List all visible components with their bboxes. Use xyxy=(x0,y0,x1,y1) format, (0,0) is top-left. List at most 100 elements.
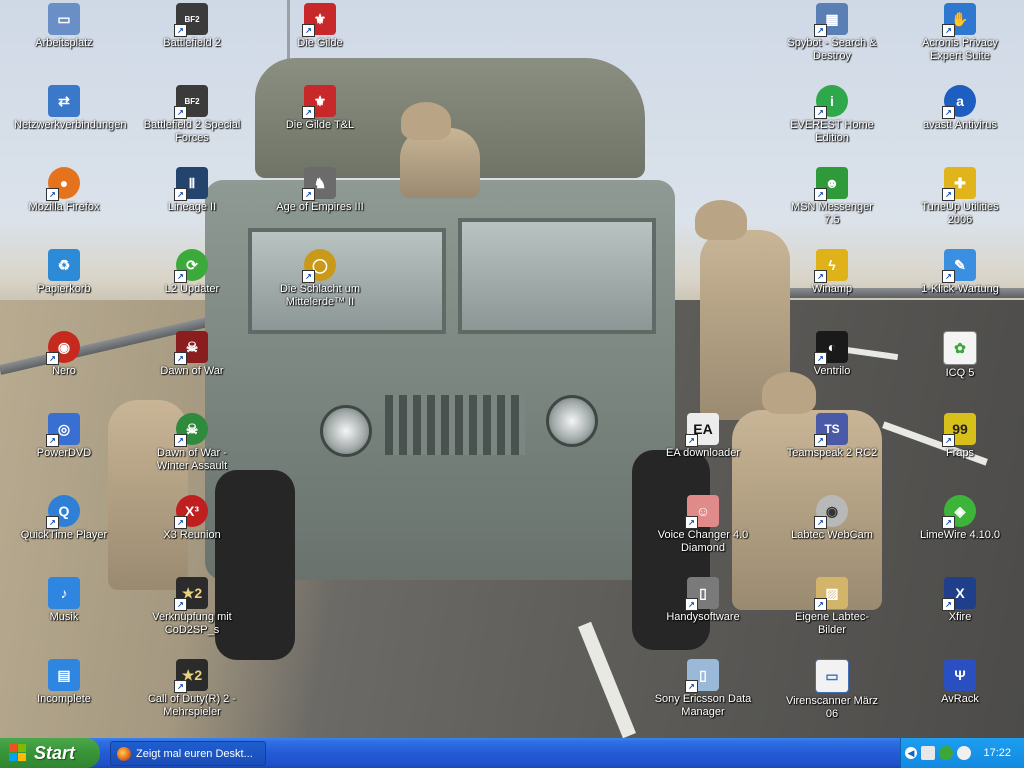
shortcut-arrow-icon: ↗ xyxy=(942,188,955,201)
desktop-icon-teamspeak[interactable]: TS ↗ Teamspeak 2 RC2 xyxy=(782,413,882,460)
shortcut-arrow-icon: ↗ xyxy=(685,434,698,447)
shortcut-arrow-icon: ↗ xyxy=(46,434,59,447)
desktop-icon-one-click-maintenance[interactable]: ✎ ↗ 1-Klick-Wartung xyxy=(910,249,1010,296)
spybot-icon: ▦ ↗ xyxy=(814,3,848,37)
desktop-icon-age-of-empires-3[interactable]: ♞ ↗ Age of Empires III xyxy=(270,167,370,214)
shortcut-arrow-icon: ↗ xyxy=(942,516,955,529)
desktop-icon-powerdvd[interactable]: ◎ ↗ PowerDVD xyxy=(14,413,114,460)
wallpaper-helmet xyxy=(762,372,816,414)
desktop-icon-battlefield-2[interactable]: BF2 ↗ Battlefield 2 xyxy=(142,3,242,50)
desktop-icon-avast[interactable]: a ↗ avast! Antivirus xyxy=(910,85,1010,132)
tray-avast-icon[interactable] xyxy=(957,746,971,760)
desktop-icon-fraps[interactable]: 99 ↗ Fraps xyxy=(910,413,1010,460)
desktop-icon-quicktime[interactable]: Q ↗ QuickTime Player xyxy=(14,495,114,542)
desktop-icon-lineage-2[interactable]: Ⅱ ↗ Lineage II xyxy=(142,167,242,214)
taskbar-window-title: Zeigt mal euren Deskt... xyxy=(136,747,253,760)
icon-label: Acronis Privacy Expert Suite xyxy=(922,37,998,62)
desktop-icon-avrack[interactable]: Ψ AvRack xyxy=(910,659,1010,706)
wallpaper-helmet xyxy=(401,102,451,140)
desktop-icon-cod2-mp[interactable]: ★2 ↗ Call of Duty(R) 2 - Mehrspieler xyxy=(142,659,242,719)
icon-label: Ventrilo xyxy=(813,365,851,377)
desktop-icon-l2-updater[interactable]: ⟳ ↗ L2 Updater xyxy=(142,249,242,296)
desktop-icon-icq[interactable]: ✿ ICQ 5 xyxy=(910,331,1010,380)
desktop-icon-winamp[interactable]: ϟ ↗ Winamp xyxy=(782,249,882,296)
icon-label: Fraps xyxy=(945,447,975,459)
desktop-icon-musik[interactable]: ♪ Musik xyxy=(14,577,114,624)
battlefield-2-icon: BF2 ↗ xyxy=(174,3,208,37)
shortcut-arrow-icon: ↗ xyxy=(814,434,827,447)
shortcut-arrow-icon: ↗ xyxy=(685,598,698,611)
tray-expand-arrow-icon[interactable]: ◀ xyxy=(905,747,917,759)
desktop-icon-xfire[interactable]: X ↗ Xfire xyxy=(910,577,1010,624)
desktop-icon-spybot[interactable]: ▦ ↗ Spybot - Search & Destroy xyxy=(782,3,882,63)
desktop-icon-cod2-sp[interactable]: ★2 ↗ Verknüpfung mit CoD2SP_s xyxy=(142,577,242,637)
shortcut-arrow-icon: ↗ xyxy=(942,24,955,37)
taskbar: Start Zeigt mal euren Deskt... ◀ 17:22 xyxy=(0,738,1024,768)
desktop-icon-die-gilde[interactable]: ⚜ ↗ Die Gilde xyxy=(270,3,370,50)
sony-ericsson-icon: ▯ ↗ xyxy=(685,659,719,693)
tray-clock[interactable]: 17:22 xyxy=(983,747,1011,759)
icon-label: Battlefield 2 xyxy=(163,37,221,49)
desktop-icon-nero[interactable]: ◉ ↗ Nero xyxy=(14,331,114,378)
cod2-mp-icon: ★2 ↗ xyxy=(174,659,208,693)
icon-label: Arbeitsplatz xyxy=(35,37,93,49)
shortcut-arrow-icon: ↗ xyxy=(814,516,827,529)
wallpaper-headlight xyxy=(546,395,598,447)
shortcut-arrow-icon: ↗ xyxy=(814,188,827,201)
icon-label: Eigene Labtec-Bilder xyxy=(795,611,869,636)
desktop-icon-incomplete[interactable]: ▤ Incomplete xyxy=(14,659,114,706)
acronis-icon: ✋ ↗ xyxy=(942,3,976,37)
icon-label: QuickTime Player xyxy=(20,529,108,541)
desktop-icon-die-gilde-tl[interactable]: ⚜ ↗ Die Gilde T&L xyxy=(270,85,370,132)
desktop-icon-everest[interactable]: i ↗ EVEREST Home Edition xyxy=(782,85,882,145)
desktop-icon-dawn-of-war-winter[interactable]: ☠ ↗ Dawn of War - Winter Assault xyxy=(142,413,242,473)
desktop-icon-arbeitsplatz[interactable]: ▭ Arbeitsplatz xyxy=(14,3,114,50)
desktop-icon-schlacht-mittelerde[interactable]: ◯ ↗ Die Schlacht um Mittelerde™ II xyxy=(270,249,370,309)
taskbar-window-button[interactable]: Zeigt mal euren Deskt... xyxy=(110,741,266,766)
icon-label: Papierkorb xyxy=(37,283,91,295)
desktop-icon-tuneup[interactable]: ✚ ↗ TuneUp Utilities 2006 xyxy=(910,167,1010,227)
shortcut-arrow-icon: ↗ xyxy=(174,188,187,201)
schlacht-mittelerde-icon: ◯ ↗ xyxy=(302,249,336,283)
shortcut-arrow-icon: ↗ xyxy=(302,24,315,37)
desktop-icon-virenscanner[interactable]: ▭ Virenscanner März 06 xyxy=(782,659,882,721)
recycle-bin-icon: ♻ xyxy=(48,249,80,281)
desktop-icon-msn-messenger[interactable]: ☻ ↗ MSN Messenger 7.5 xyxy=(782,167,882,227)
desktop[interactable]: ▭ Arbeitsplatz ⇄ Netzwerkverbindungen ● ↗… xyxy=(0,0,1024,738)
system-tray: ◀ 17:22 xyxy=(900,738,1024,768)
avrack-icon: Ψ xyxy=(944,659,976,691)
desktop-icon-battlefield-2-sf[interactable]: BF2 ↗ Battlefield 2 Special Forces xyxy=(142,85,242,145)
wallpaper-helmet xyxy=(695,200,747,240)
desktop-icon-firefox[interactable]: ● ↗ Mozilla Firefox xyxy=(14,167,114,214)
firefox-icon xyxy=(117,746,131,761)
icon-label: 1-Klick-Wartung xyxy=(921,283,999,295)
desktop-icon-dawn-of-war[interactable]: ☠ ↗ Dawn of War xyxy=(142,331,242,378)
icon-label: Battlefield 2 Special Forces xyxy=(143,119,241,144)
ea-downloader-icon: EA ↗ xyxy=(685,413,719,447)
desktop-icon-acronis[interactable]: ✋ ↗ Acronis Privacy Expert Suite xyxy=(910,3,1010,63)
shortcut-arrow-icon: ↗ xyxy=(174,680,187,693)
tray-network-icon[interactable] xyxy=(921,746,935,760)
desktop-icon-handysoftware[interactable]: ▯ ↗ Handysoftware xyxy=(653,577,753,624)
start-button[interactable]: Start xyxy=(0,738,100,768)
desktop-icon-sony-ericsson[interactable]: ▯ ↗ Sony Ericsson Data Manager xyxy=(653,659,753,719)
icon-label: MSN Messenger 7.5 xyxy=(791,201,873,226)
start-label: Start xyxy=(34,742,76,763)
desktop-icon-limewire[interactable]: ◈ ↗ LimeWire 4.10.0 xyxy=(910,495,1010,542)
desktop-icon-labtec-pictures[interactable]: ▨ ↗ Eigene Labtec-Bilder xyxy=(782,577,882,637)
fraps-icon: 99 ↗ xyxy=(942,413,976,447)
desktop-icon-ventrilo[interactable]: ◐ ↗ Ventrilo xyxy=(782,331,882,378)
firefox-icon: ● ↗ xyxy=(46,167,80,201)
desktop-icon-papierkorb[interactable]: ♻ Papierkorb xyxy=(14,249,114,296)
icon-label: ICQ 5 xyxy=(945,367,975,379)
desktop-icon-labtec-webcam[interactable]: ◉ ↗ Labtec WebCam xyxy=(782,495,882,542)
desktop-icon-netzwerkverbindungen[interactable]: ⇄ Netzwerkverbindungen xyxy=(14,85,127,132)
my-computer-icon: ▭ xyxy=(48,3,80,35)
desktop-icon-x3-reunion[interactable]: X³ ↗ X3 Reunion xyxy=(142,495,242,542)
network-connections-icon: ⇄ xyxy=(48,85,80,117)
desktop-icon-ea-downloader[interactable]: EA ↗ EA downloader xyxy=(653,413,753,460)
desktop-icon-voice-changer[interactable]: ☺ ↗ Voice Changer 4.0 Diamond xyxy=(653,495,753,555)
tray-icq-icon[interactable] xyxy=(939,746,953,760)
shortcut-arrow-icon: ↗ xyxy=(942,106,955,119)
icon-label: Dawn of War - Winter Assault xyxy=(156,447,228,472)
